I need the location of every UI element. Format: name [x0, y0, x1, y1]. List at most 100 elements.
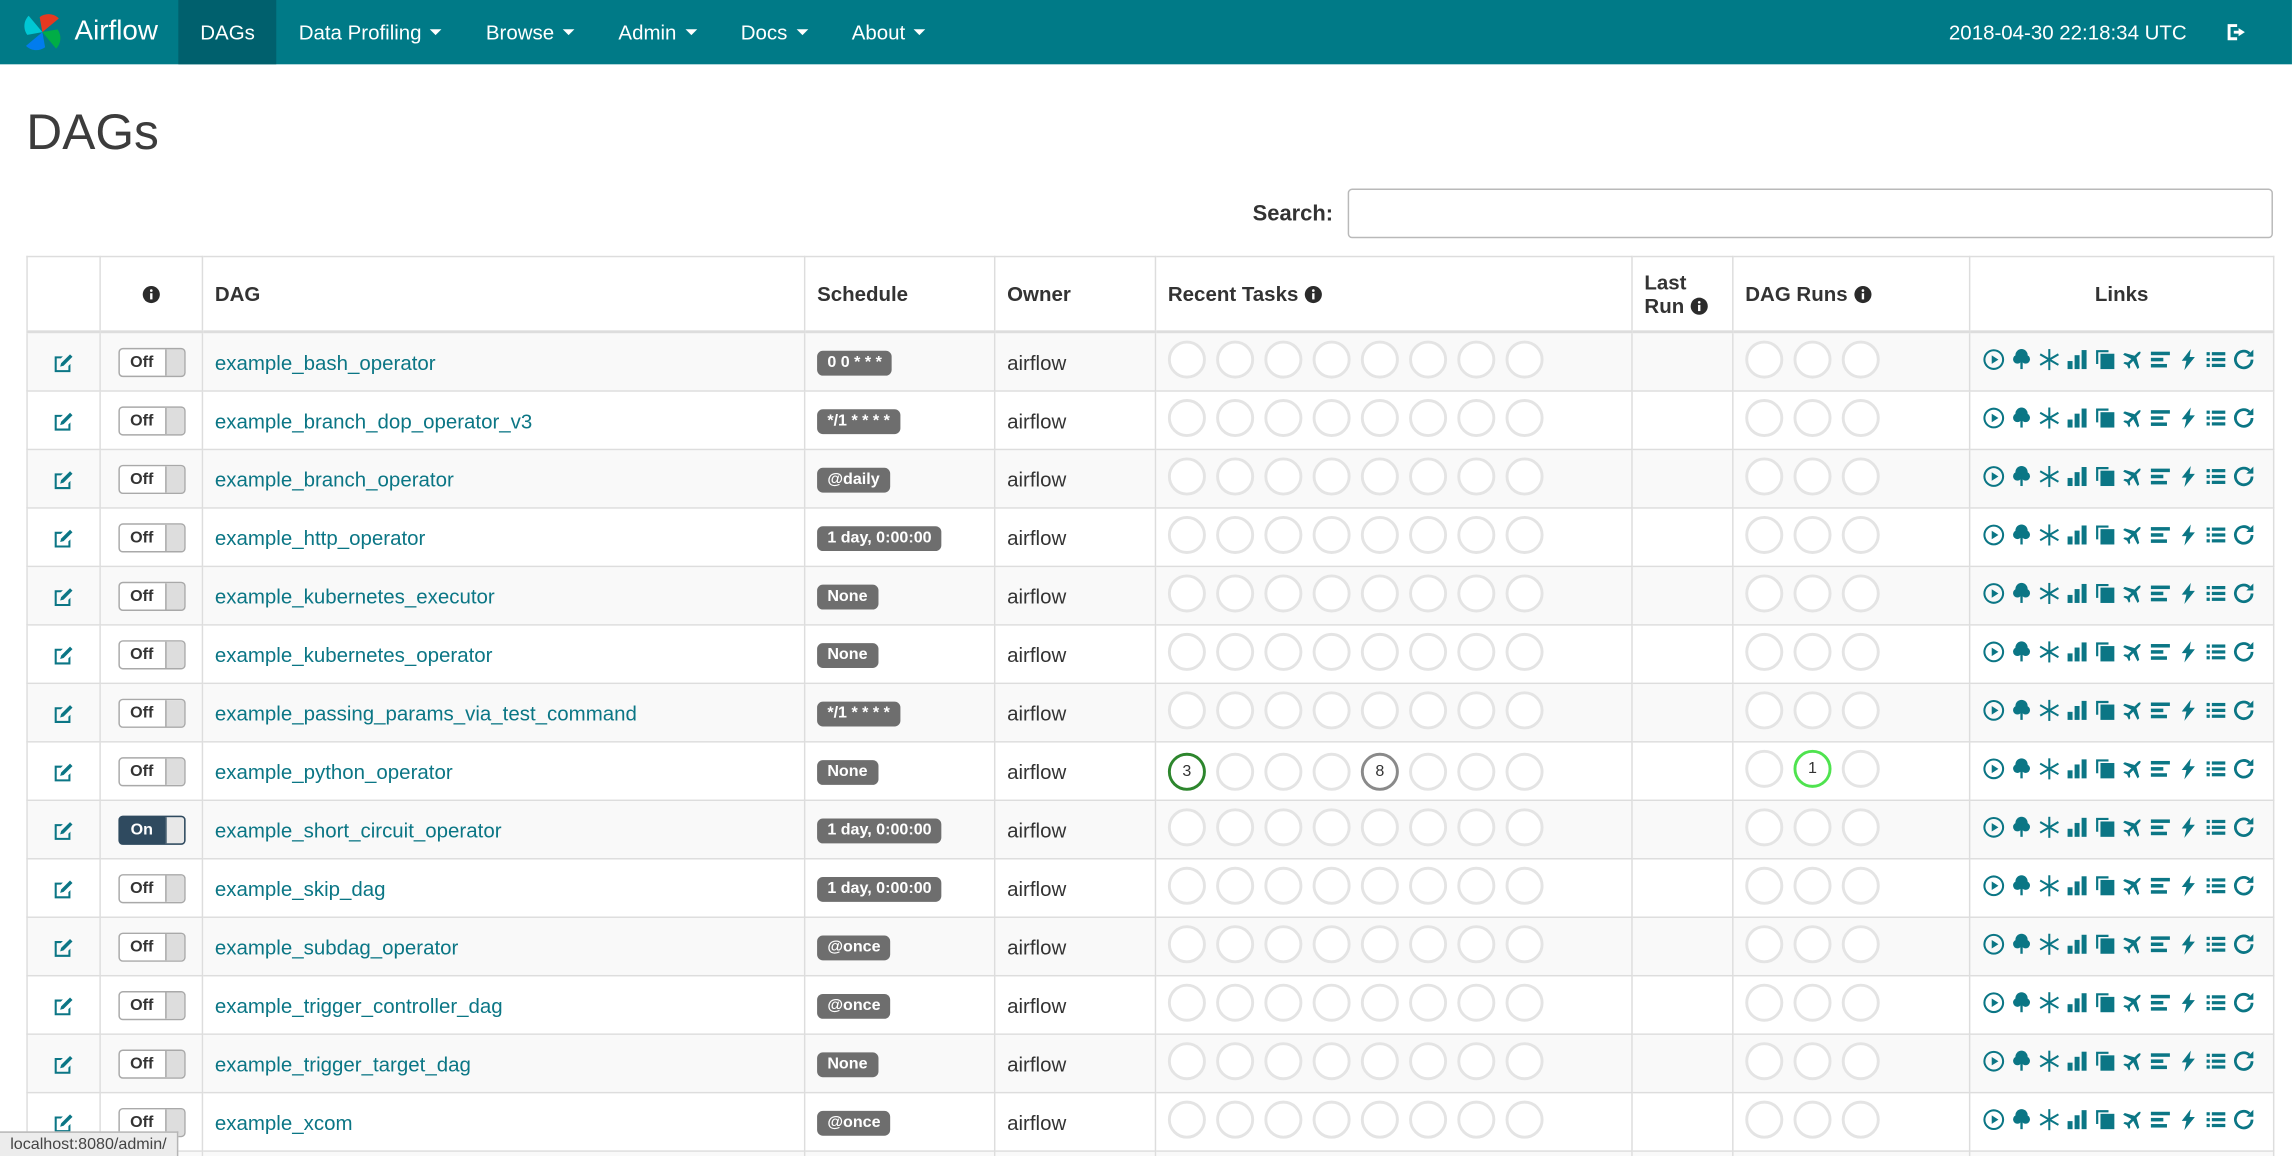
task-tries-icon[interactable] — [2093, 348, 2116, 371]
recent-task-circle[interactable] — [1216, 399, 1255, 438]
recent-task-circle[interactable] — [1360, 340, 1399, 379]
trigger-icon[interactable] — [1982, 874, 2005, 897]
tree-view-icon[interactable] — [2010, 699, 2033, 722]
task-tries-icon[interactable] — [2093, 406, 2116, 429]
gantt-icon[interactable] — [2149, 406, 2172, 429]
dag-run-circle[interactable] — [1841, 866, 1880, 905]
recent-task-circle[interactable] — [1264, 457, 1303, 496]
recent-task-circle[interactable] — [1264, 752, 1303, 791]
landing-times-icon[interactable] — [2121, 523, 2144, 546]
landing-times-icon[interactable] — [2121, 582, 2144, 605]
dag-pause-toggle[interactable]: Off — [117, 639, 185, 669]
edit-dag-icon[interactable] — [53, 700, 75, 723]
dag-link[interactable]: example_short_circuit_operator — [215, 818, 502, 841]
logs-icon[interactable] — [2204, 757, 2227, 780]
recent-task-circle[interactable] — [1409, 752, 1448, 791]
recent-task-circle[interactable] — [1457, 752, 1496, 791]
trigger-icon[interactable] — [1982, 816, 2005, 839]
dag-link[interactable]: example_trigger_target_dag — [215, 1052, 471, 1075]
recent-task-circle[interactable] — [1505, 457, 1544, 496]
gantt-icon[interactable] — [2149, 699, 2172, 722]
task-tries-icon[interactable] — [2093, 757, 2116, 780]
recent-task-circle[interactable] — [1457, 340, 1496, 379]
recent-task-circle[interactable] — [1505, 691, 1544, 730]
tree-view-icon[interactable] — [2010, 933, 2033, 956]
graph-view-icon[interactable] — [2038, 933, 2061, 956]
tree-view-icon[interactable] — [2010, 465, 2033, 488]
recent-task-circle[interactable] — [1505, 983, 1544, 1022]
tree-view-icon[interactable] — [2010, 582, 2033, 605]
task-tries-icon[interactable] — [2093, 640, 2116, 663]
landing-times-icon[interactable] — [2121, 816, 2144, 839]
dag-link[interactable]: example_http_operator — [215, 525, 425, 548]
landing-times-icon[interactable] — [2121, 1108, 2144, 1131]
dag-run-circle[interactable] — [1793, 340, 1832, 379]
task-duration-icon[interactable] — [2065, 991, 2088, 1014]
edit-dag-icon[interactable] — [53, 934, 75, 957]
dag-run-circle[interactable] — [1745, 1100, 1784, 1139]
code-icon[interactable] — [2176, 757, 2199, 780]
graph-view-icon[interactable] — [2038, 582, 2061, 605]
landing-times-icon[interactable] — [2121, 933, 2144, 956]
dag-run-circle[interactable] — [1841, 632, 1880, 671]
landing-times-icon[interactable] — [2121, 406, 2144, 429]
task-tries-icon[interactable] — [2093, 933, 2116, 956]
gantt-icon[interactable] — [2149, 640, 2172, 663]
recent-task-circle[interactable] — [1409, 808, 1448, 847]
dag-pause-toggle[interactable]: On — [117, 814, 185, 845]
gantt-icon[interactable] — [2149, 582, 2172, 605]
tree-view-icon[interactable] — [2010, 874, 2033, 897]
task-duration-icon[interactable] — [2065, 523, 2088, 546]
dag-run-circle[interactable] — [1745, 925, 1784, 964]
code-icon[interactable] — [2176, 1050, 2199, 1073]
logs-icon[interactable] — [2204, 582, 2227, 605]
trigger-icon[interactable] — [1982, 348, 2005, 371]
landing-times-icon[interactable] — [2121, 348, 2144, 371]
recent-task-circle[interactable] — [1360, 866, 1399, 905]
refresh-icon[interactable] — [2232, 757, 2255, 780]
recent-task-circle[interactable] — [1505, 808, 1544, 847]
recent-task-circle[interactable] — [1167, 866, 1206, 905]
graph-view-icon[interactable] — [2038, 816, 2061, 839]
trigger-icon[interactable] — [1982, 933, 2005, 956]
task-duration-icon[interactable] — [2065, 406, 2088, 429]
task-tries-icon[interactable] — [2093, 699, 2116, 722]
gantt-icon[interactable] — [2149, 991, 2172, 1014]
edit-dag-icon[interactable] — [53, 817, 75, 840]
dag-run-circle[interactable] — [1745, 340, 1784, 379]
recent-task-circle[interactable] — [1216, 1100, 1255, 1139]
recent-task-circle[interactable] — [1360, 1100, 1399, 1139]
code-icon[interactable] — [2176, 582, 2199, 605]
dag-run-circle[interactable] — [1841, 808, 1880, 847]
graph-view-icon[interactable] — [2038, 348, 2061, 371]
recent-task-circle[interactable] — [1457, 574, 1496, 613]
edit-dag-icon[interactable] — [53, 466, 75, 489]
edit-dag-icon[interactable] — [53, 876, 75, 899]
recent-task-circle[interactable] — [1312, 340, 1351, 379]
gantt-icon[interactable] — [2149, 874, 2172, 897]
dag-run-circle[interactable] — [1793, 691, 1832, 730]
recent-task-circle[interactable]: 3 — [1167, 752, 1206, 791]
recent-task-circle[interactable] — [1216, 925, 1255, 964]
dag-run-circle[interactable] — [1745, 574, 1784, 613]
gantt-icon[interactable] — [2149, 1108, 2172, 1131]
recent-task-circle[interactable] — [1505, 574, 1544, 613]
logs-icon[interactable] — [2204, 991, 2227, 1014]
recent-task-circle[interactable] — [1216, 752, 1255, 791]
airflow-brand[interactable]: Airflow — [0, 0, 178, 64]
recent-task-circle[interactable] — [1264, 632, 1303, 671]
dag-run-circle[interactable] — [1841, 925, 1880, 964]
trigger-icon[interactable] — [1982, 523, 2005, 546]
recent-task-circle[interactable] — [1505, 1100, 1544, 1139]
task-duration-icon[interactable] — [2065, 874, 2088, 897]
edit-dag-icon[interactable] — [53, 1051, 75, 1074]
nav-item-browse[interactable]: Browse — [464, 0, 597, 64]
recent-task-circle[interactable] — [1409, 1042, 1448, 1081]
recent-task-circle[interactable] — [1360, 691, 1399, 730]
recent-task-circle[interactable] — [1312, 399, 1351, 438]
dag-run-circle[interactable] — [1793, 632, 1832, 671]
code-icon[interactable] — [2176, 1108, 2199, 1131]
recent-task-circle[interactable] — [1216, 574, 1255, 613]
logs-icon[interactable] — [2204, 640, 2227, 663]
dag-run-circle[interactable] — [1841, 457, 1880, 496]
